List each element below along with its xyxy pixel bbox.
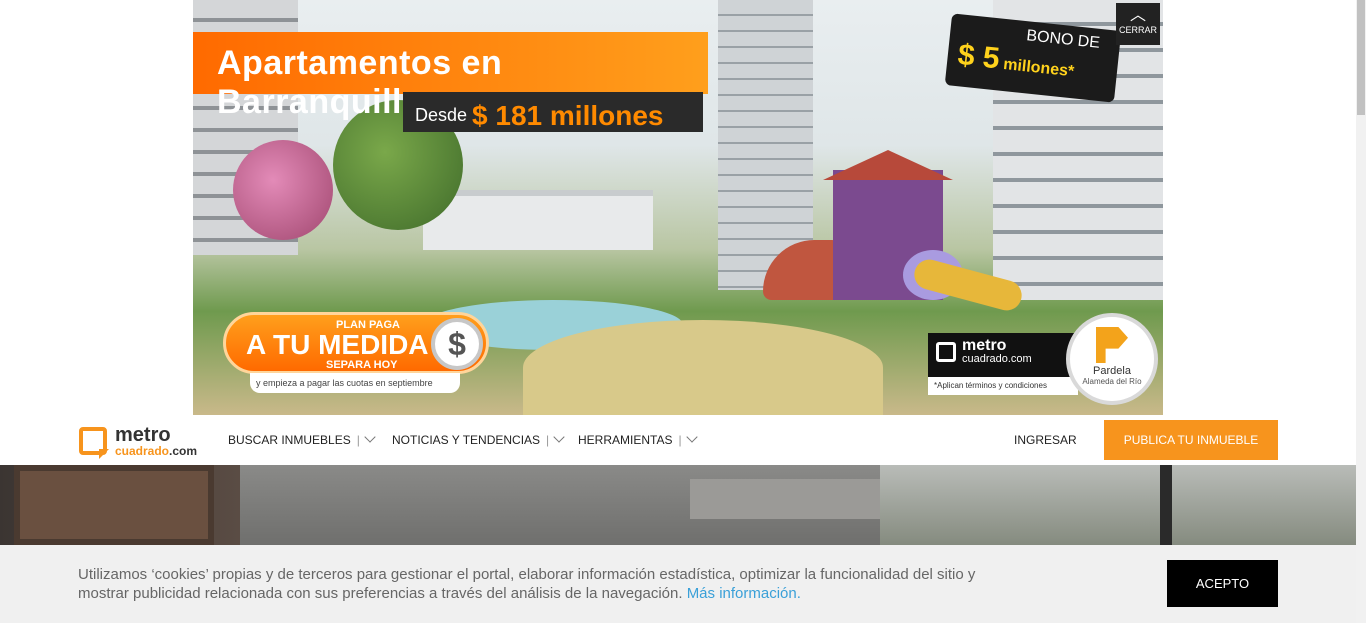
main-nav: metro cuadrado.com BUSCAR INMUEBLES | NO… xyxy=(0,415,1366,465)
site-logo[interactable]: metro cuadrado.com xyxy=(79,425,197,457)
hero-image xyxy=(0,465,1366,545)
nav-item-label: BUSCAR INMUEBLES xyxy=(228,433,351,447)
logo-square-icon xyxy=(936,342,956,362)
logo-square-icon xyxy=(79,427,107,455)
cookie-message: Utilizamos ‘cookies’ propias y de tercer… xyxy=(78,566,976,602)
logo-line2: cuadrado xyxy=(115,444,170,458)
logo-line1: metro xyxy=(115,424,171,446)
dollar-icon: $ xyxy=(431,318,483,370)
nav-item-label: HERRAMIENTAS xyxy=(578,433,673,447)
chevron-down-icon xyxy=(364,431,376,443)
hero-panel-door xyxy=(0,465,240,545)
hero-rail xyxy=(1160,465,1172,545)
banner-logo-mark: metro cuadrado.com xyxy=(936,337,1070,365)
cookie-text: Utilizamos ‘cookies’ propias y de tercer… xyxy=(78,565,1008,603)
chevron-up-icon: ︿ xyxy=(1129,7,1146,24)
chevron-down-icon xyxy=(553,431,565,443)
page: Apartamentos en Barranquilla Desde $ 181… xyxy=(0,0,1366,623)
banner-subtitle: Desde $ 181 millones xyxy=(403,92,703,132)
nav-item-label: NOTICIAS Y TENDENCIAS xyxy=(392,433,541,447)
nav-separator: | xyxy=(356,433,360,447)
nav-separator: | xyxy=(546,433,550,447)
project-sub: Alameda del Río xyxy=(1082,377,1142,386)
more-info-link[interactable]: Más información. xyxy=(687,585,801,602)
cookie-banner: Utilizamos ‘cookies’ propias y de tercer… xyxy=(0,545,1356,623)
banner-title: Apartamentos en Barranquilla xyxy=(193,32,708,121)
project-name: Pardela xyxy=(1093,365,1131,377)
publish-property-button[interactable]: PUBLICA TU INMUEBLE xyxy=(1104,420,1278,460)
building-low xyxy=(423,190,653,250)
ad-banner[interactable]: Apartamentos en Barranquilla Desde $ 181… xyxy=(193,0,1163,415)
hero-door xyxy=(14,465,214,545)
banner-terms: *Aplican términos y condiciones xyxy=(928,377,1078,395)
nav-item-noticias[interactable]: NOTICIAS Y TENDENCIAS | xyxy=(392,431,565,447)
chevron-down-icon xyxy=(685,431,698,443)
tree-flowering xyxy=(233,140,333,240)
bono-unit: millones* xyxy=(1002,55,1075,81)
banner-logo-line1: metro xyxy=(962,337,1007,354)
plan-note: y empieza a pagar las cuotas en septiemb… xyxy=(250,373,460,393)
playground xyxy=(763,150,1026,340)
bono-amount: $ 5 xyxy=(956,38,1002,76)
nav-item-buscar-inmuebles[interactable]: BUSCAR INMUEBLES | xyxy=(228,431,376,447)
close-ad-label: CERRAR xyxy=(1118,25,1157,35)
logo-line2-suffix: .com xyxy=(169,444,198,458)
accept-cookies-button[interactable]: ACEPTO xyxy=(1167,560,1278,607)
nav-item-herramientas[interactable]: HERRAMIENTAS | xyxy=(578,431,698,447)
scrollbar-thumb[interactable] xyxy=(1357,0,1365,115)
playground-slide-yellow xyxy=(910,256,1026,314)
banner-subtitle-prefix: Desde xyxy=(415,104,468,125)
banner-logo-line2: cuadrado.com xyxy=(962,353,1032,365)
playground-roof xyxy=(823,150,953,180)
nav-separator: | xyxy=(678,433,682,447)
hero-panel-kitchen xyxy=(240,465,940,545)
scrollbar[interactable] xyxy=(1356,0,1366,623)
login-link[interactable]: INGRESAR xyxy=(1014,433,1077,447)
pardela-logo-icon xyxy=(1096,327,1128,363)
hero-panel-view xyxy=(880,465,1366,545)
banner-subtitle-amount: $ 181 millones xyxy=(472,100,664,131)
close-ad-button[interactable]: ︿ CERRAR xyxy=(1116,3,1160,45)
project-logo: Pardela Alameda del Río xyxy=(1066,313,1158,405)
